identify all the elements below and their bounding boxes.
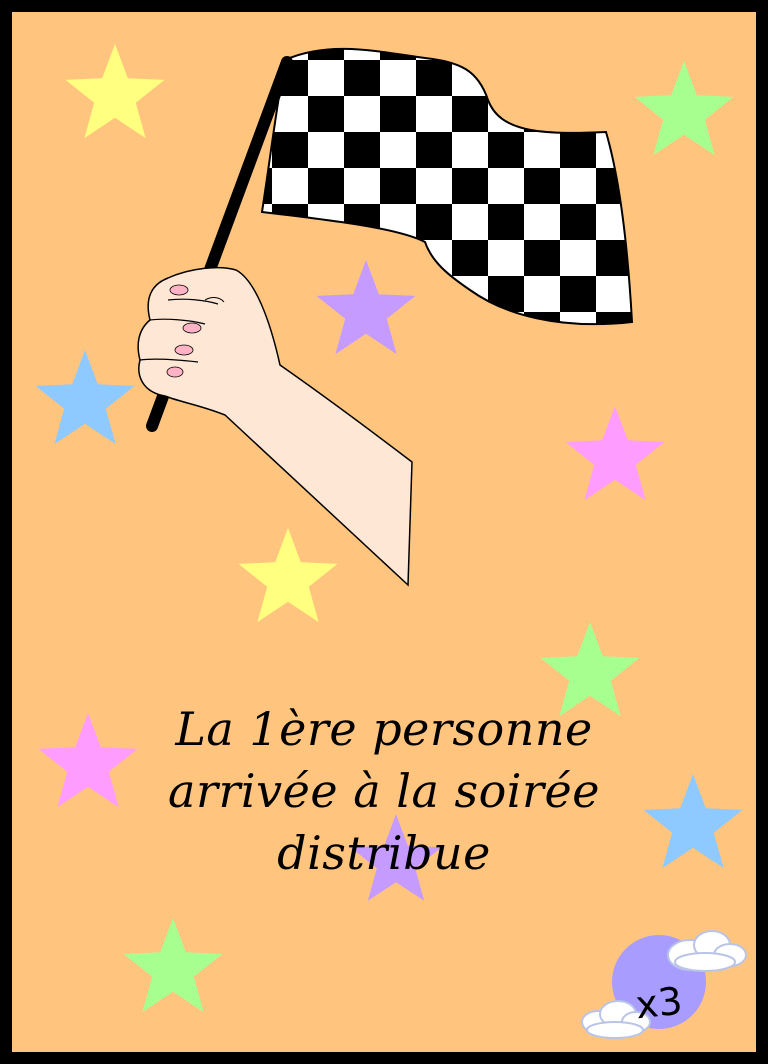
card-rule-text: La 1ère personne arrivée à la soirée dis…	[12, 698, 756, 884]
star-icon	[565, 406, 665, 501]
rule-line-1: La 1ère personne	[175, 702, 593, 756]
star-icon	[316, 260, 416, 355]
card-illustration	[35, 44, 747, 1039]
count-label: x3	[633, 978, 685, 1028]
star-icon	[35, 350, 135, 445]
star-icon	[634, 61, 734, 156]
rule-line-3: distribue	[277, 826, 491, 880]
star-icon	[238, 528, 338, 623]
star-icon	[65, 44, 165, 139]
game-card: La 1ère personne arrivée à la soirée dis…	[0, 0, 768, 1064]
star-icon	[123, 918, 223, 1013]
rule-line-2: arrivée à la soirée	[168, 764, 600, 818]
